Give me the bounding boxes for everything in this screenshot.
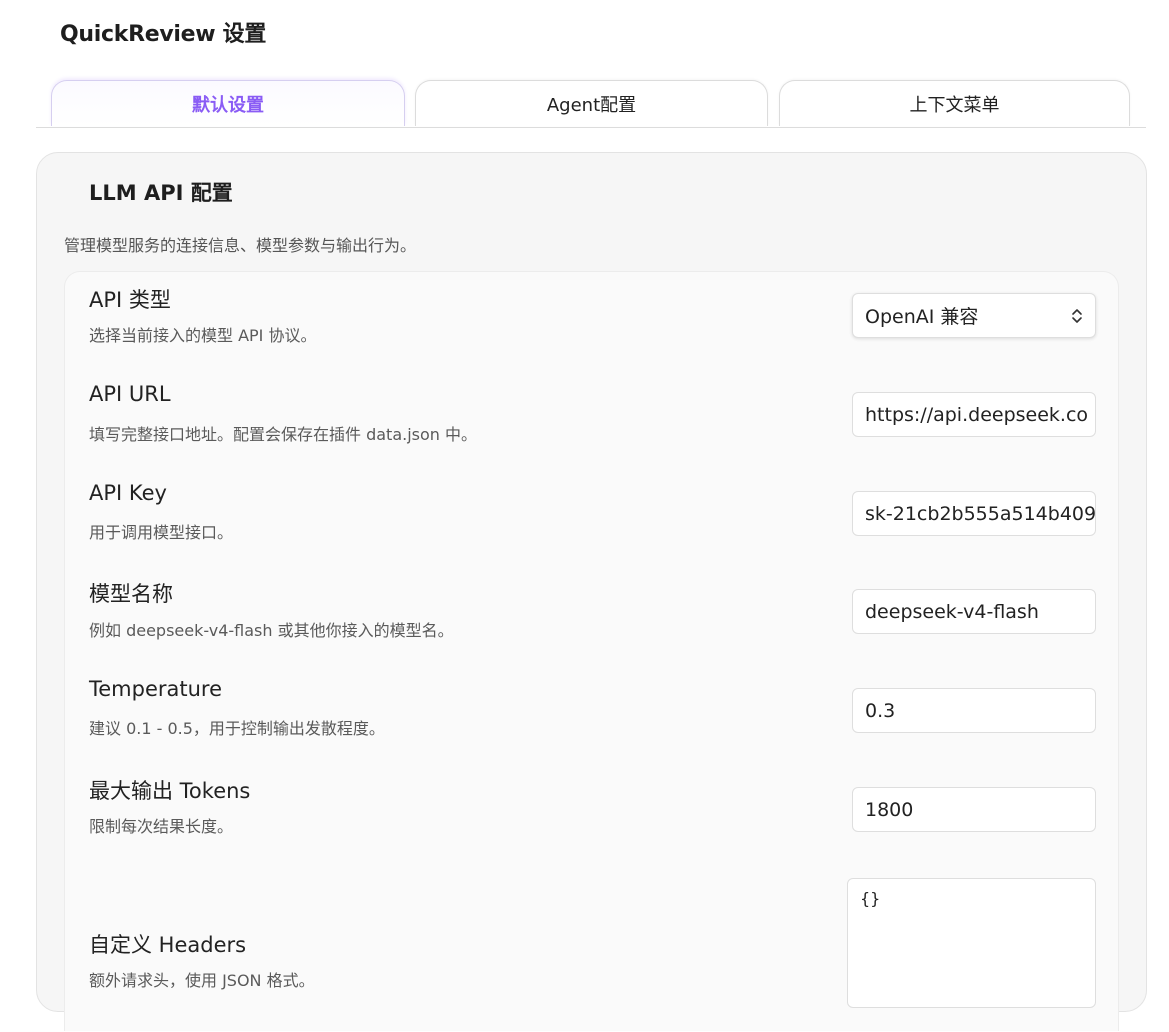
setting-help: 例如 deepseek-v4-flash 或其他你接入的模型名。 bbox=[89, 621, 454, 640]
llm-api-config-section: LLM API 配置 管理模型服务的连接信息、模型参数与输出行为。 API 类型… bbox=[36, 152, 1147, 1031]
setting-help: 建议 0.1 - 0.5，用于控制输出发散程度。 bbox=[89, 719, 385, 738]
api-type-select[interactable]: OpenAI 兼容 bbox=[852, 293, 1096, 338]
setting-name: Temperature bbox=[89, 677, 223, 701]
max-tokens-input[interactable]: 1800 bbox=[852, 787, 1096, 832]
setting-help: 额外请求头，使用 JSON 格式。 bbox=[89, 971, 315, 990]
api-key-input[interactable]: sk-21cb2b555a514b409 bbox=[852, 491, 1096, 536]
setting-model-name: 模型名称 例如 deepseek-v4-flash 或其他你接入的模型名。 de… bbox=[65, 570, 1118, 668]
setting-api-url: API URL 填写完整接口地址。配置会保存在插件 data.json 中。 h… bbox=[65, 372, 1118, 471]
tab-agent-config[interactable]: Agent配置 bbox=[415, 80, 768, 126]
settings-list: API 类型 选择当前接入的模型 API 协议。 OpenAI 兼容 API U… bbox=[64, 271, 1119, 1031]
setting-temperature: Temperature 建议 0.1 - 0.5，用于控制输出发散程度。 0.3 bbox=[65, 668, 1118, 767]
tab-context-menu[interactable]: 上下文菜单 bbox=[779, 80, 1130, 126]
api-type-value: OpenAI 兼容 bbox=[865, 306, 979, 328]
api-url-input[interactable]: https://api.deepseek.co bbox=[852, 392, 1096, 437]
setting-help: 限制每次结果长度。 bbox=[89, 817, 234, 836]
setting-name: 模型名称 bbox=[89, 582, 173, 606]
setting-max-tokens: 最大输出 Tokens 限制每次结果长度。 1800 bbox=[65, 767, 1118, 865]
section-title: LLM API 配置 bbox=[89, 181, 233, 205]
setting-help: 用于调用模型接口。 bbox=[89, 523, 234, 542]
tab-default-settings[interactable]: 默认设置 bbox=[51, 80, 405, 126]
setting-name: 最大输出 Tokens bbox=[89, 779, 251, 803]
page-title: QuickReview 设置 bbox=[60, 22, 267, 47]
temperature-input[interactable]: 0.3 bbox=[852, 688, 1096, 733]
setting-api-type: API 类型 选择当前接入的模型 API 协议。 OpenAI 兼容 bbox=[65, 272, 1118, 372]
section-description: 管理模型服务的连接信息、模型参数与输出行为。 bbox=[64, 236, 417, 255]
setting-name: 自定义 Headers bbox=[89, 933, 247, 957]
setting-name: API URL bbox=[89, 382, 171, 406]
setting-help: 填写完整接口地址。配置会保存在插件 data.json 中。 bbox=[89, 425, 478, 444]
tab-bar: 默认设置 Agent配置 上下文菜单 bbox=[36, 80, 1146, 128]
custom-headers-textarea[interactable]: {} bbox=[847, 878, 1096, 1008]
setting-custom-headers: 自定义 Headers 额外请求头，使用 JSON 格式。 {} bbox=[65, 865, 1118, 1032]
setting-help: 选择当前接入的模型 API 协议。 bbox=[89, 326, 317, 345]
setting-api-key: API Key 用于调用模型接口。 sk-21cb2b555a514b409 bbox=[65, 471, 1118, 570]
chevron-up-down-icon bbox=[1071, 307, 1083, 325]
model-name-input[interactable]: deepseek-v4-flash bbox=[852, 589, 1096, 634]
setting-name: API 类型 bbox=[89, 288, 171, 312]
setting-name: API Key bbox=[89, 481, 167, 505]
